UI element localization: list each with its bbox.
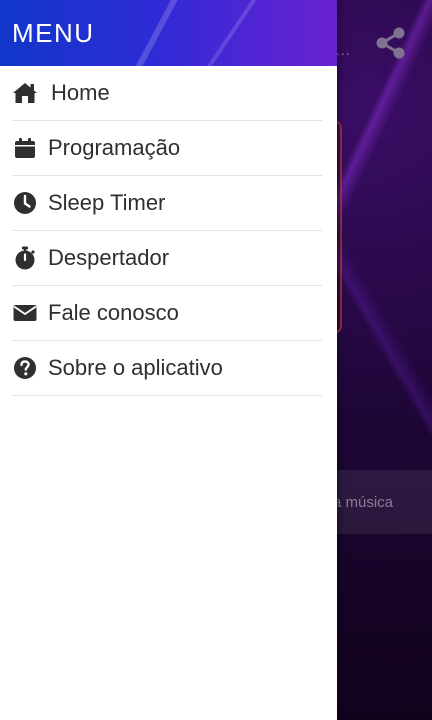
calendar-icon (12, 136, 38, 160)
menu-item-despertador[interactable]: Despertador (12, 231, 322, 286)
menu-item-label: Despertador (48, 245, 170, 270)
menu-item-label: Fale conosco (48, 300, 179, 325)
menu-item-sobre-aplicativo[interactable]: Sobre o aplicativo (12, 341, 322, 396)
menu-item-label: Home (51, 80, 110, 105)
question-icon (12, 356, 38, 380)
drawer-header: MENU (0, 0, 337, 66)
menu-item-label: Sleep Timer (48, 190, 166, 215)
menu-list: Home Programação Sleep Timer Despertador… (0, 66, 337, 396)
navigation-drawer: MENU Home Programação Sleep Timer Desper… (0, 0, 337, 720)
menu-item-fale-conosco[interactable]: Fale conosco (12, 286, 322, 341)
overflow-indicator: ... (336, 42, 351, 58)
menu-item-label: Sobre o aplicativo (48, 355, 223, 380)
song-info-text: a música (333, 494, 394, 511)
home-icon (12, 81, 38, 105)
envelope-icon (12, 301, 38, 325)
menu-item-programacao[interactable]: Programação (12, 121, 322, 176)
share-icon[interactable] (374, 26, 408, 60)
menu-item-sleep-timer[interactable]: Sleep Timer (12, 176, 322, 231)
menu-item-label: Programação (48, 135, 181, 160)
menu-item-home[interactable]: Home (12, 66, 322, 121)
clock-icon (12, 191, 38, 215)
drawer-title: MENU (12, 18, 95, 48)
stopwatch-icon (12, 246, 38, 270)
